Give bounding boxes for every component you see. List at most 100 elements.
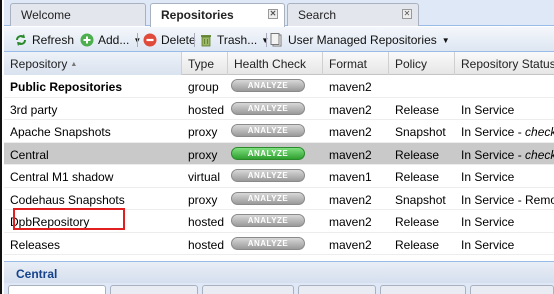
repository-format: maven2 xyxy=(329,102,372,117)
user-managed-label: User Managed Repositories xyxy=(288,33,437,47)
column-header-policy[interactable]: Policy xyxy=(389,52,455,75)
table-row[interactable]: Public Repositories group ANALYZE maven2 xyxy=(4,75,554,98)
nexus-repositories-panel: Welcome Repositories ✕ Search ✕ Refresh xyxy=(0,0,554,294)
status-text: In Service - Remote xyxy=(461,192,554,207)
health-check-cell: ANALYZE xyxy=(228,233,323,255)
table-row[interactable]: Apache Snapshots proxy ANALYZE maven2 Sn… xyxy=(4,120,554,143)
column-label: Repository xyxy=(10,57,68,71)
column-label: Health Check xyxy=(234,57,307,71)
health-check-cell: ANALYZE xyxy=(228,143,323,165)
detail-tab[interactable] xyxy=(470,285,554,294)
detail-tab[interactable] xyxy=(202,285,294,294)
health-check-cell: ANALYZE xyxy=(228,210,323,232)
tab-repositories[interactable]: Repositories ✕ xyxy=(150,3,285,27)
repository-format: maven2 xyxy=(329,192,372,207)
detail-tab[interactable] xyxy=(110,285,198,294)
column-label: Policy xyxy=(395,57,428,71)
repository-status: In Service - Remote xyxy=(455,188,554,210)
toolbar-divider xyxy=(266,33,267,47)
analyze-button[interactable]: ANALYZE xyxy=(231,124,305,137)
repository-policy: Release xyxy=(395,102,440,117)
repository-format: maven2 xyxy=(329,125,372,139)
tab-search[interactable]: Search ✕ xyxy=(287,3,419,26)
toolbar: Refresh Add... ▼ Delete Trash.. xyxy=(4,27,554,52)
status-extra-text: checking xyxy=(525,147,554,162)
repository-name: Releases xyxy=(10,237,61,252)
tab-label: Search xyxy=(298,8,337,22)
table-row[interactable]: Codehaus Snapshots proxy ANALYZE maven2 … xyxy=(4,187,554,210)
repository-format: maven2 xyxy=(329,237,372,252)
analyze-button[interactable]: ANALYZE xyxy=(231,79,305,92)
refresh-button[interactable]: Refresh xyxy=(14,31,74,49)
delete-button[interactable]: Delete xyxy=(143,31,196,49)
repository-name: Central xyxy=(10,147,49,162)
toolbar-divider xyxy=(194,33,195,47)
repository-type: virtual xyxy=(188,170,221,184)
repository-name: Central M1 shadow xyxy=(10,170,114,184)
repository-format: maven2 xyxy=(329,80,372,94)
tab-label: Repositories xyxy=(161,8,234,22)
table-row[interactable]: 3rd party hosted ANALYZE maven2 Release … xyxy=(4,97,554,120)
user-managed-repositories-button[interactable]: User Managed Repositories ▼ xyxy=(270,31,450,49)
repository-status: In Service xyxy=(455,165,554,187)
status-text: In Service xyxy=(461,170,515,184)
repository-format: maven1 xyxy=(329,170,372,184)
repository-status: In Service xyxy=(455,233,554,255)
tab-welcome[interactable]: Welcome xyxy=(10,3,146,26)
refresh-label: Refresh xyxy=(32,33,75,47)
column-header-repository[interactable]: Repository ▲ xyxy=(4,52,182,75)
health-check-cell: ANALYZE xyxy=(228,75,323,97)
add-icon xyxy=(80,33,94,47)
repository-policy: Release xyxy=(395,147,440,162)
column-header-repository-status[interactable]: Repository Status xyxy=(455,52,554,75)
status-text: In Service xyxy=(461,215,515,229)
analyze-button[interactable]: ANALYZE xyxy=(231,236,305,250)
tab-bar: Welcome Repositories ✕ Search ✕ xyxy=(4,0,554,27)
sort-asc-icon: ▲ xyxy=(70,61,78,69)
document-icon xyxy=(270,33,282,47)
column-label: Format xyxy=(329,57,368,71)
repository-type: proxy xyxy=(188,125,218,139)
table-row-selected[interactable]: Central proxy ANALYZE maven2 Release In … xyxy=(4,142,554,165)
repository-status: In Service xyxy=(455,98,554,120)
detail-tab[interactable] xyxy=(8,285,106,294)
column-header-type[interactable]: Type xyxy=(182,52,228,75)
table-row[interactable]: Releases hosted ANALYZE maven2 Release I… xyxy=(4,232,554,255)
detail-tab[interactable] xyxy=(380,285,466,294)
analyze-button[interactable]: ANALYZE xyxy=(231,146,305,160)
close-icon[interactable]: ✕ xyxy=(402,9,412,19)
status-text: In Service xyxy=(461,237,515,252)
detail-tab-strip xyxy=(4,283,554,294)
repository-name: Public Repositories xyxy=(10,80,123,94)
column-header-format[interactable]: Format xyxy=(323,52,389,75)
detail-tab[interactable] xyxy=(298,285,376,294)
grid-header: Repository ▲ Type Health Check Format Pol… xyxy=(4,52,554,75)
repository-name: Codehaus Snapshots xyxy=(10,192,125,207)
analyze-button[interactable]: ANALYZE xyxy=(231,214,305,227)
repository-type: hosted xyxy=(188,237,225,252)
repository-policy xyxy=(389,75,455,97)
repository-format: maven2 xyxy=(329,147,372,162)
repository-status xyxy=(455,75,554,97)
trash-label: Trash... xyxy=(217,33,258,47)
delete-icon xyxy=(143,33,157,47)
repository-format: maven2 xyxy=(329,215,372,229)
status-text: In Service xyxy=(461,102,515,117)
refresh-icon xyxy=(16,34,26,46)
repository-policy: Release xyxy=(395,237,440,252)
analyze-button[interactable]: ANALYZE xyxy=(231,169,305,182)
add-button[interactable]: Add... ▼ xyxy=(80,31,141,49)
analyze-button[interactable]: ANALYZE xyxy=(231,191,305,205)
trash-button[interactable]: Trash... ▼ xyxy=(199,31,269,49)
column-label: Repository Status xyxy=(461,57,554,71)
column-label: Type xyxy=(188,57,215,71)
repository-type: hosted xyxy=(188,215,225,229)
tab-label: Welcome xyxy=(21,8,71,22)
status-text: In Service - xyxy=(461,147,526,162)
column-header-health-check[interactable]: Health Check xyxy=(228,52,323,75)
analyze-button[interactable]: ANALYZE xyxy=(231,101,305,115)
status-extra-text: checking xyxy=(525,125,554,139)
table-row[interactable]: Central M1 shadow virtual ANALYZE maven1… xyxy=(4,165,554,188)
highlight-box xyxy=(13,208,125,230)
close-icon[interactable]: ✕ xyxy=(268,9,278,19)
